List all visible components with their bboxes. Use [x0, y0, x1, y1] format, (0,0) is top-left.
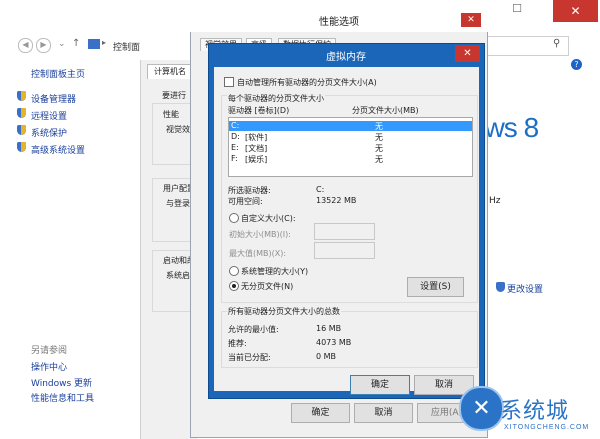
- system-startup-text: 系统启: [166, 271, 190, 280]
- help-icon[interactable]: ?: [571, 59, 582, 70]
- maximize-icon[interactable]: ☐: [507, 2, 527, 18]
- list-item[interactable]: D: [软件] 无: [229, 132, 472, 142]
- search-icon[interactable]: ⚲: [553, 38, 560, 49]
- no-paging-file-radio[interactable]: [229, 281, 239, 291]
- performance-group-label: 性能: [163, 110, 179, 119]
- action-center-link[interactable]: 操作中心: [31, 360, 67, 373]
- advanced-system-settings-link[interactable]: 高级系统设置: [31, 143, 85, 156]
- auto-manage-label: 自动管理所有驱动器的分页文件大小(A): [237, 78, 377, 87]
- see-also-heading: 另请参阅: [31, 346, 68, 356]
- dialog-title: 性能选项: [319, 17, 359, 28]
- size-column-header: 分页文件大小(MB): [352, 106, 419, 115]
- system-managed-label: 系统管理的大小(Y): [241, 267, 309, 276]
- perf-ok-button[interactable]: 确定: [291, 403, 350, 423]
- windows-update-link[interactable]: Windows 更新: [31, 376, 92, 389]
- breadcrumb-separator-icon: ▸: [102, 38, 107, 47]
- selected-drive-value: C:: [316, 185, 325, 194]
- dialog-title: 虚拟内存: [326, 52, 366, 63]
- shield-icon: [17, 142, 26, 152]
- selected-drive-label: 所选驱动器:: [228, 186, 271, 195]
- free-space-label: 可用空间:: [228, 197, 263, 206]
- set-button[interactable]: 设置(S): [407, 277, 464, 297]
- min-allowed-value: 16 MB: [316, 324, 342, 333]
- list-item[interactable]: C: 无: [229, 121, 472, 131]
- up-arrow-icon[interactable]: ↑: [72, 38, 80, 49]
- close-icon[interactable]: ✕: [461, 13, 481, 27]
- visual-effects-text: 视觉效: [166, 125, 190, 134]
- watermark-text: 系统城: [500, 398, 570, 423]
- shield-icon: [496, 282, 505, 292]
- recommended-value: 4073 MB: [316, 338, 352, 347]
- shield-icon: [17, 108, 26, 118]
- initial-size-label: 初始大小(MB)(I):: [229, 230, 291, 239]
- initial-size-input[interactable]: [314, 223, 375, 240]
- system-managed-radio[interactable]: [229, 266, 239, 276]
- requires-admin-text: 要进行: [162, 91, 186, 100]
- max-size-label: 最大值(MB)(X):: [229, 249, 287, 258]
- close-icon[interactable]: ✕: [553, 0, 598, 22]
- total-group-label: 所有驱动器分页文件大小的总数: [227, 306, 341, 317]
- custom-size-radio[interactable]: [229, 213, 239, 223]
- per-drive-group-label: 每个驱动器的分页文件大小: [227, 93, 325, 104]
- chevron-down-icon[interactable]: ⌄: [58, 39, 66, 49]
- system-protection-link[interactable]: 系统保护: [31, 126, 67, 139]
- custom-size-label: 自定义大小(C):: [241, 214, 296, 223]
- max-size-input[interactable]: [314, 242, 375, 259]
- breadcrumb[interactable]: 控制面: [113, 40, 140, 53]
- change-settings-link[interactable]: 更改设置: [507, 282, 543, 295]
- auto-manage-checkbox[interactable]: [224, 77, 234, 87]
- perf-cancel-button[interactable]: 取消: [354, 403, 413, 423]
- close-icon[interactable]: ✕: [455, 45, 480, 62]
- forward-arrow-icon[interactable]: ▶: [36, 38, 51, 53]
- control-panel-home-link[interactable]: 控制面板主页: [31, 67, 85, 80]
- list-item[interactable]: F: [娱乐] 无: [229, 154, 472, 164]
- processor-speed-text: Hz: [489, 196, 501, 206]
- recommended-label: 推荐:: [228, 339, 247, 348]
- free-space-value: 13522 MB: [316, 196, 357, 205]
- allocated-value: 0 MB: [316, 352, 337, 361]
- min-allowed-label: 允许的最小值:: [228, 325, 279, 334]
- list-item[interactable]: E: [文档] 无: [229, 143, 472, 153]
- device-manager-link[interactable]: 设备管理器: [31, 92, 76, 105]
- performance-info-link[interactable]: 性能信息和工具: [31, 391, 94, 404]
- navigation-bar: ◀ ▶ ⌄ ↑ ▸: [18, 38, 178, 54]
- vm-ok-button[interactable]: 确定: [350, 375, 410, 395]
- watermark-subtext: XITONGCHENG.COM: [504, 424, 590, 431]
- no-paging-file-label: 无分页文件(N): [241, 282, 294, 291]
- drive-column-header: 驱动器 [卷标](D): [228, 106, 290, 115]
- remote-settings-link[interactable]: 远程设置: [31, 109, 67, 122]
- drive-list[interactable]: C: 无 D: [软件] 无 E: [文档] 无 F: [娱乐] 无: [228, 117, 473, 177]
- shield-icon: [17, 91, 26, 101]
- control-panel-icon: [88, 39, 100, 49]
- logon-text: 与登录: [166, 199, 190, 208]
- watermark-logo-icon: ✕: [459, 386, 504, 431]
- allocated-label: 当前已分配:: [228, 353, 271, 362]
- shield-icon: [17, 125, 26, 135]
- back-arrow-icon[interactable]: ◀: [18, 38, 33, 53]
- tab-computer-name[interactable]: 计算机名: [147, 64, 193, 79]
